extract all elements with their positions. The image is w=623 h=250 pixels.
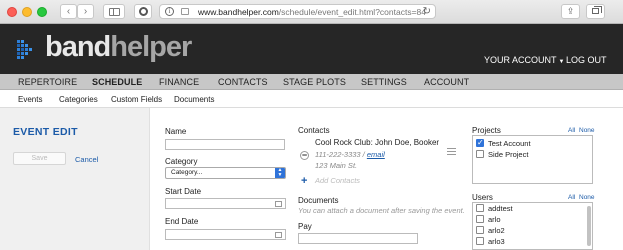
url-text[interactable]: www.bandhelper.com/schedule/event_edit.h… xyxy=(198,7,426,17)
logout-link[interactable]: LOG OUT xyxy=(566,55,607,65)
users-list: addtest arlo arlo2 arlo3 xyxy=(472,202,593,250)
checkbox-icon[interactable] xyxy=(476,204,484,213)
main-navigation: REPERTOIRE SCHEDULE FINANCE CONTACTS STA… xyxy=(0,74,623,90)
sidebar-icon xyxy=(109,8,120,16)
nav-account[interactable]: ACCOUNT xyxy=(424,77,469,87)
select-arrows-icon: ▲ ▼ xyxy=(275,168,285,178)
nav-settings[interactable]: SETTINGS xyxy=(361,77,407,87)
app-header: bandhelper YOUR ACCOUNT ▼ LOG OUT xyxy=(0,24,623,74)
subnav-events[interactable]: Events xyxy=(18,95,42,104)
category-label: Category xyxy=(165,157,198,166)
end-date-input[interactable] xyxy=(165,229,286,240)
contact-name: Cool Rock Club: John Doe, Booker xyxy=(315,138,440,147)
save-button[interactable]: Save xyxy=(13,152,66,165)
subnav-custom-fields[interactable]: Custom Fields xyxy=(111,95,162,104)
documents-label: Documents xyxy=(298,196,339,205)
checkbox-checked-icon[interactable] xyxy=(476,138,484,148)
logo-arrows-icon xyxy=(17,40,32,59)
user-item[interactable]: arlo xyxy=(476,215,501,224)
reload-icon[interactable]: ↻ xyxy=(423,6,431,17)
cancel-link[interactable]: Cancel xyxy=(75,155,98,164)
user-item[interactable]: arlo2 xyxy=(476,226,505,235)
contact-phone: 111-222-3333 / email xyxy=(315,150,385,159)
sidebar-toggle-button[interactable] xyxy=(103,4,125,19)
address-bar[interactable]: i www.bandhelper.com/schedule/event_edit… xyxy=(159,4,436,19)
projects-label: Projects xyxy=(472,126,501,135)
users-none-link[interactable]: None xyxy=(579,194,595,201)
back-button[interactable]: ‹ xyxy=(60,4,77,19)
left-panel: EVENT EDIT Save Cancel xyxy=(0,108,150,250)
subnav-documents[interactable]: Documents xyxy=(174,95,214,104)
project-item[interactable]: Test Account xyxy=(476,138,531,148)
extension-icon xyxy=(139,7,148,16)
nav-schedule[interactable]: SCHEDULE xyxy=(92,77,142,87)
start-date-input[interactable] xyxy=(165,198,286,209)
project-item[interactable]: Side Project xyxy=(476,150,528,159)
subnav-categories[interactable]: Categories xyxy=(59,95,98,104)
documents-hint: You can attach a document after saving t… xyxy=(298,206,465,215)
browser-toolbar: ‹ › i www.bandhelper.com/schedule/event_… xyxy=(0,0,623,24)
forward-button[interactable]: › xyxy=(77,4,94,19)
maximize-window-button[interactable] xyxy=(37,7,47,17)
start-date-label: Start Date xyxy=(165,187,202,196)
name-input[interactable] xyxy=(165,139,285,150)
info-icon[interactable]: i xyxy=(165,7,174,16)
tabs-icon xyxy=(592,6,602,14)
projects-list: Test Account Side Project xyxy=(472,135,593,184)
contact-email-link[interactable]: email xyxy=(367,150,385,159)
checkbox-icon[interactable] xyxy=(476,215,484,224)
checkbox-icon[interactable] xyxy=(476,150,484,159)
pay-label: Pay xyxy=(298,222,312,231)
calendar-icon[interactable] xyxy=(275,201,282,207)
users-all-link[interactable]: All xyxy=(568,194,575,201)
show-tabs-button[interactable] xyxy=(586,4,605,19)
checkbox-icon[interactable] xyxy=(476,226,484,235)
projects-none-link[interactable]: None xyxy=(579,127,595,134)
nav-contacts[interactable]: CONTACTS xyxy=(218,77,268,87)
category-select[interactable]: Category... ▲ ▼ xyxy=(165,167,286,179)
end-date-label: End Date xyxy=(165,217,199,226)
projects-all-link[interactable]: All xyxy=(568,127,575,134)
user-item[interactable]: addtest xyxy=(476,204,513,213)
contacts-label: Contacts xyxy=(298,126,330,135)
users-scrollbar[interactable] xyxy=(587,206,591,246)
name-label: Name xyxy=(165,127,187,136)
nav-finance[interactable]: FINANCE xyxy=(159,77,199,87)
plus-icon[interactable]: + xyxy=(301,175,307,187)
your-account-menu[interactable]: YOUR ACCOUNT ▼ xyxy=(484,55,564,65)
close-window-button[interactable] xyxy=(7,7,17,17)
extension-button[interactable] xyxy=(134,4,152,19)
caret-down-icon: ▼ xyxy=(558,59,565,65)
logo-text: bandhelper xyxy=(45,31,192,63)
lock-icon xyxy=(181,8,189,15)
chevron-left-icon: ‹ xyxy=(66,6,71,17)
chevron-right-icon: › xyxy=(83,6,88,17)
share-button[interactable]: ⇪ xyxy=(561,4,580,19)
page-title: EVENT EDIT xyxy=(13,126,78,138)
users-label: Users xyxy=(472,193,493,202)
nav-repertoire[interactable]: REPERTOIRE xyxy=(18,77,77,87)
minimize-window-button[interactable] xyxy=(22,7,32,17)
drag-handle-icon[interactable] xyxy=(447,148,456,160)
calendar-icon[interactable] xyxy=(275,232,282,238)
checkbox-icon[interactable] xyxy=(476,237,484,246)
pay-input[interactable] xyxy=(298,233,418,244)
contact-address: 123 Main St. xyxy=(315,161,358,170)
sub-navigation: Events Categories Custom Fields Document… xyxy=(0,90,623,108)
add-contacts-link[interactable]: Add Contacts xyxy=(315,176,360,185)
remove-contact-button[interactable]: − xyxy=(300,151,309,160)
nav-stage-plots[interactable]: STAGE PLOTS xyxy=(283,77,346,87)
user-item[interactable]: arlo3 xyxy=(476,237,505,246)
minus-icon: − xyxy=(301,150,308,160)
share-icon: ⇪ xyxy=(566,6,575,16)
